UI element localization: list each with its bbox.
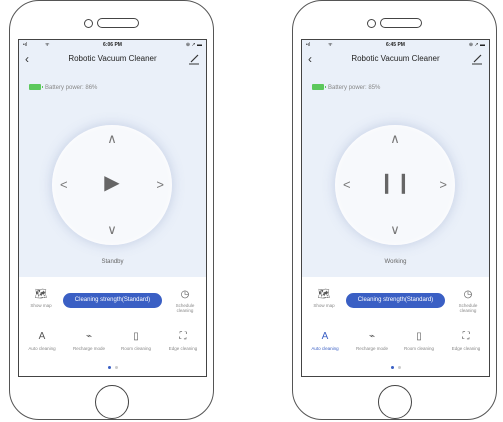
schedule-label: Schedule cleaning bbox=[175, 303, 195, 313]
mode-label: Room cleaning bbox=[120, 346, 152, 351]
phone-speaker bbox=[83, 17, 140, 29]
status-time: 6:06 PM bbox=[103, 42, 122, 48]
auto-cleaning-icon: A bbox=[38, 331, 46, 342]
map-icon: 🗺︎ bbox=[34, 289, 48, 300]
chevron-up-icon[interactable]: ∧ bbox=[52, 132, 172, 145]
control-row: 🗺︎ Show map Cleaning strength(Standard) … bbox=[19, 287, 206, 321]
battery-icon bbox=[29, 84, 43, 91]
chevron-down-icon[interactable]: ∨ bbox=[52, 223, 172, 236]
phone-speaker bbox=[366, 17, 423, 29]
show-map-button[interactable]: 🗺︎ Show map bbox=[308, 289, 340, 308]
recharge-mode-icon: ⌁ bbox=[85, 331, 93, 342]
speaker-slot bbox=[96, 18, 139, 28]
page-indicator bbox=[19, 363, 206, 369]
speaker-slot bbox=[379, 18, 422, 28]
control-row: 🗺︎ Show map Cleaning strength(Standard) … bbox=[302, 287, 489, 321]
cleaning-strength-button[interactable]: Cleaning strength(Standard) bbox=[63, 293, 162, 308]
mode-recharge-mode-button[interactable]: ⌁ Recharge mode bbox=[349, 331, 395, 351]
status-icons: ⊕ ↗ ▬ bbox=[468, 42, 485, 48]
page-dot bbox=[397, 366, 401, 369]
clock-icon: ◷ bbox=[180, 289, 190, 300]
chevron-up-icon[interactable]: ∧ bbox=[335, 132, 455, 145]
show-map-button[interactable]: 🗺︎ Show map bbox=[25, 289, 57, 308]
map-icon: 🗺︎ bbox=[317, 289, 331, 300]
schedule-label: Schedule cleaning bbox=[458, 303, 478, 313]
auto-cleaning-icon: A bbox=[321, 331, 329, 342]
mode-room-cleaning-button[interactable]: ▯ Room cleaning bbox=[113, 331, 159, 351]
edit-icon[interactable] bbox=[188, 53, 200, 65]
cleaning-strength-button[interactable]: Cleaning strength(Standard) bbox=[346, 293, 445, 308]
schedule-cleaning-button[interactable]: ◷ Schedule cleaning bbox=[169, 289, 201, 313]
show-map-label: Show map bbox=[30, 303, 52, 308]
mode-edge-cleaning-button[interactable]: ⛶ Edge cleaning bbox=[443, 331, 489, 351]
mode-row: A Auto cleaning ⌁ Recharge mode ▯ Room c… bbox=[19, 331, 206, 359]
mode-row: A Auto cleaning ⌁ Recharge mode ▯ Room c… bbox=[302, 331, 489, 359]
phone-screen: •ıl ᯤ 6:45 PM ⊕ ↗ ▬ ‹ Robotic Vacuum Cle… bbox=[301, 39, 490, 377]
nav-bar: ‹ Robotic Vacuum Cleaner bbox=[302, 51, 489, 67]
mode-auto-cleaning-button[interactable]: A Auto cleaning bbox=[302, 331, 348, 351]
nav-bar: ‹ Robotic Vacuum Cleaner bbox=[19, 51, 206, 67]
status-bar: •ıl ᯤ 6:45 PM ⊕ ↗ ▬ bbox=[306, 42, 485, 50]
direction-pad: ∧ ∨ < > ▶ bbox=[52, 125, 172, 245]
mode-room-cleaning-button[interactable]: ▯ Room cleaning bbox=[396, 331, 442, 351]
play-icon[interactable]: ▶ bbox=[52, 171, 172, 195]
battery-status: Battery power: 86% bbox=[29, 84, 97, 92]
clock-icon: ◷ bbox=[463, 289, 473, 300]
control-panel: 🗺︎ Show map Cleaning strength(Standard) … bbox=[302, 277, 489, 376]
chevron-down-icon[interactable]: ∨ bbox=[335, 223, 455, 236]
recharge-mode-icon: ⌁ bbox=[368, 331, 376, 342]
battery-text: Battery power: 86% bbox=[45, 85, 98, 91]
room-cleaning-icon: ▯ bbox=[133, 331, 139, 342]
battery-icon bbox=[312, 84, 326, 91]
phone-frame: •ıl ᯤ 6:06 PM ⊕ ↗ ▬ ‹ Robotic Vacuum Cle… bbox=[9, 0, 214, 420]
robot-state: Standby bbox=[101, 259, 124, 265]
edge-cleaning-icon: ⛶ bbox=[462, 331, 470, 342]
show-map-label: Show map bbox=[313, 303, 335, 308]
mode-label: Auto cleaning bbox=[28, 346, 56, 351]
mode-label: Recharge mode bbox=[72, 346, 106, 351]
phone-screen: •ıl ᯤ 6:06 PM ⊕ ↗ ▬ ‹ Robotic Vacuum Cle… bbox=[18, 39, 207, 377]
camera-dot bbox=[83, 19, 93, 28]
home-button[interactable] bbox=[377, 385, 412, 419]
page-dot-active bbox=[390, 366, 394, 369]
page-dot-active bbox=[107, 366, 111, 369]
status-icons: ⊕ ↗ ▬ bbox=[185, 42, 202, 48]
phone-frame: •ıl ᯤ 6:45 PM ⊕ ↗ ▬ ‹ Robotic Vacuum Cle… bbox=[292, 0, 497, 420]
edge-cleaning-icon: ⛶ bbox=[179, 331, 187, 342]
status-bar: •ıl ᯤ 6:06 PM ⊕ ↗ ▬ bbox=[23, 42, 202, 50]
mode-label: Recharge mode bbox=[355, 346, 389, 351]
mode-label: Room cleaning bbox=[403, 346, 435, 351]
control-panel: 🗺︎ Show map Cleaning strength(Standard) … bbox=[19, 277, 206, 376]
page-indicator bbox=[302, 363, 489, 369]
mode-edge-cleaning-button[interactable]: ⛶ Edge cleaning bbox=[160, 331, 206, 351]
robot-state: Working bbox=[384, 259, 407, 265]
page-title: Robotic Vacuum Cleaner bbox=[351, 54, 440, 63]
camera-dot bbox=[366, 19, 376, 28]
page-dot bbox=[114, 366, 118, 369]
home-button[interactable] bbox=[94, 385, 129, 419]
mode-label: Edge cleaning bbox=[451, 346, 481, 351]
pause-icon[interactable]: ❙❙ bbox=[335, 171, 455, 195]
direction-pad: ∧ ∨ < > ❙❙ bbox=[335, 125, 455, 245]
mode-label: Auto cleaning bbox=[311, 346, 339, 351]
page-title: Robotic Vacuum Cleaner bbox=[68, 54, 157, 63]
battery-text: Battery power: 85% bbox=[328, 85, 381, 91]
room-cleaning-icon: ▯ bbox=[416, 331, 422, 342]
status-time: 6:45 PM bbox=[386, 42, 405, 48]
edit-icon[interactable] bbox=[471, 53, 483, 65]
schedule-cleaning-button[interactable]: ◷ Schedule cleaning bbox=[452, 289, 484, 313]
battery-status: Battery power: 85% bbox=[312, 84, 380, 92]
mode-label: Edge cleaning bbox=[168, 346, 198, 351]
mode-recharge-mode-button[interactable]: ⌁ Recharge mode bbox=[66, 331, 112, 351]
mode-auto-cleaning-button[interactable]: A Auto cleaning bbox=[19, 331, 65, 351]
